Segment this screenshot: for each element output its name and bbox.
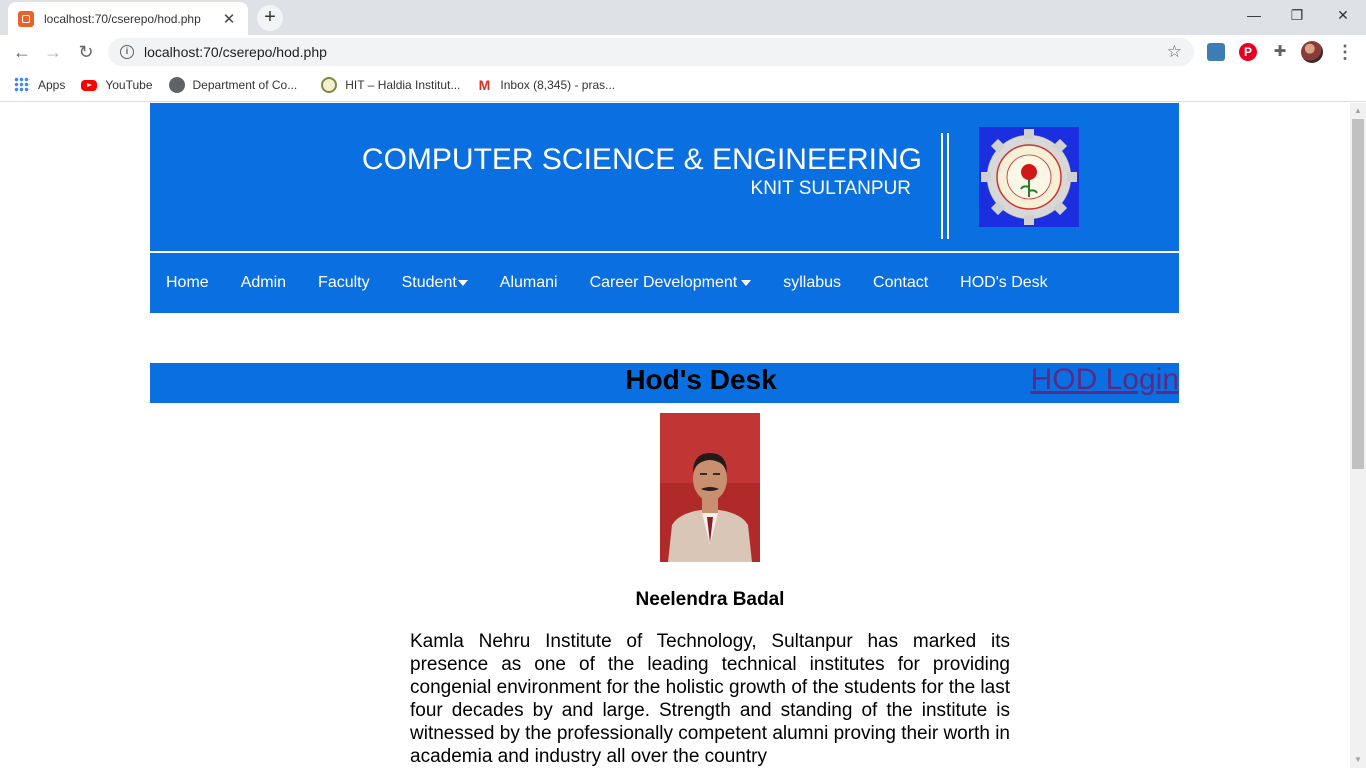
browser-tab[interactable]: localhost:70/cserepo/hod.php ✕ xyxy=(8,2,248,35)
pinterest-icon[interactable]: P xyxy=(1239,43,1257,61)
bookmark-label: Department of Co... xyxy=(192,78,298,92)
nav-career-dropdown[interactable]: Career Development xyxy=(590,274,752,292)
nav-alumani[interactable]: Alumani xyxy=(500,274,558,292)
bookmark-gmail[interactable]: M Inbox (8,345) - pras... xyxy=(476,77,616,93)
site-title: COMPUTER SCIENCE & ENGINEERING xyxy=(361,143,922,176)
hod-desk-bar: Hod's Desk HOD Login xyxy=(150,363,1179,403)
back-button[interactable]: ← xyxy=(9,39,35,65)
hod-photo xyxy=(660,413,760,562)
hit-logo-icon xyxy=(321,77,338,93)
browser-toolbar: ← → ↻ i localhost:70/cserepo/hod.php ☆ P… xyxy=(0,35,1366,69)
nav-label: Contact xyxy=(873,274,929,291)
nav-label: Admin xyxy=(240,274,287,291)
tab-title: localhost:70/cserepo/hod.php xyxy=(44,11,201,26)
bookmark-label: YouTube xyxy=(105,78,153,92)
bookmark-label: Inbox (8,345) - pras... xyxy=(500,78,616,92)
xampp-favicon-icon xyxy=(18,10,34,27)
nav-label: syllabus xyxy=(783,274,842,291)
caret-down-icon xyxy=(741,280,752,286)
hod-login-link[interactable]: HOD Login xyxy=(1031,363,1179,397)
page-scrollbar[interactable]: ▲ ▼ xyxy=(1350,103,1366,768)
gmail-icon: M xyxy=(478,77,491,93)
profile-avatar[interactable] xyxy=(1301,41,1323,63)
apps-grid-icon xyxy=(14,77,30,93)
nav-admin[interactable]: Admin xyxy=(241,274,286,292)
scroll-thumb[interactable] xyxy=(1352,119,1364,469)
nav-label: Alumani xyxy=(499,274,558,291)
scroll-up-arrow-icon[interactable]: ▲ xyxy=(1350,103,1366,119)
bookmark-label: HIT – Haldia Institut... xyxy=(345,78,461,92)
nav-contact[interactable]: Contact xyxy=(873,274,928,292)
nav-student-dropdown[interactable]: Student xyxy=(402,274,468,292)
site-subtitle: KNIT SULTANPUR xyxy=(750,178,911,199)
close-tab-icon[interactable]: ✕ xyxy=(220,10,238,28)
tab-strip: localhost:70/cserepo/hod.php ✕ + — ❐ ✕ xyxy=(0,0,1366,35)
institute-logo xyxy=(979,127,1079,227)
nav-syllabus[interactable]: syllabus xyxy=(783,274,841,292)
nav-label: Home xyxy=(166,274,209,291)
extension-accessibility-icon[interactable] xyxy=(1207,43,1225,61)
close-window-button[interactable]: ✕ xyxy=(1320,4,1366,28)
main-navbar: Home Admin Faculty Student Alumani Caree… xyxy=(150,253,1179,313)
site-header: COMPUTER SCIENCE & ENGINEERING KNIT SULT… xyxy=(150,103,1179,251)
browser-menu-icon[interactable]: ⋮ xyxy=(1336,43,1354,61)
hod-message: Kamla Nehru Institute of Technology, Sul… xyxy=(410,631,1010,767)
nav-label: Career Development xyxy=(589,274,738,291)
nav-label: Student xyxy=(401,274,457,291)
info-icon[interactable]: i xyxy=(120,45,134,59)
nav-label: HOD's Desk xyxy=(960,274,1048,291)
bookmark-label: Apps xyxy=(38,78,66,92)
page-viewport: COMPUTER SCIENCE & ENGINEERING KNIT SULT… xyxy=(0,103,1350,768)
new-tab-button[interactable]: + xyxy=(257,5,283,31)
nav-home[interactable]: Home xyxy=(166,274,209,292)
extensions-puzzle-icon[interactable]: ✚ xyxy=(1271,43,1289,61)
globe-icon xyxy=(168,77,185,93)
nav-hods-desk[interactable]: HOD's Desk xyxy=(960,274,1048,292)
bookmark-department[interactable]: Department of Co... xyxy=(168,77,298,93)
minimize-button[interactable]: — xyxy=(1231,4,1277,28)
hod-name: Neelendra Badal xyxy=(635,589,785,610)
header-divider xyxy=(941,133,949,239)
bookmark-youtube[interactable]: YouTube xyxy=(81,78,153,92)
caret-down-icon xyxy=(457,280,468,286)
bookmark-apps[interactable]: Apps xyxy=(14,77,65,93)
bookmark-hit[interactable]: HIT – Haldia Institut... xyxy=(321,77,460,93)
address-bar[interactable]: i localhost:70/cserepo/hod.php ☆ xyxy=(108,38,1194,66)
nav-faculty[interactable]: Faculty xyxy=(318,274,370,292)
scroll-down-arrow-icon[interactable]: ▼ xyxy=(1350,752,1366,768)
reload-button[interactable]: ↻ xyxy=(73,39,99,65)
nav-label: Faculty xyxy=(318,274,370,291)
forward-button[interactable]: → xyxy=(40,39,66,65)
youtube-icon xyxy=(81,79,98,91)
bookmarks-bar: Apps YouTube Department of Co... HIT – H… xyxy=(0,69,1366,102)
url-text[interactable]: localhost:70/cserepo/hod.php xyxy=(144,44,1167,60)
restore-button[interactable]: ❐ xyxy=(1274,4,1320,28)
bookmark-star-icon[interactable]: ☆ xyxy=(1167,42,1182,62)
